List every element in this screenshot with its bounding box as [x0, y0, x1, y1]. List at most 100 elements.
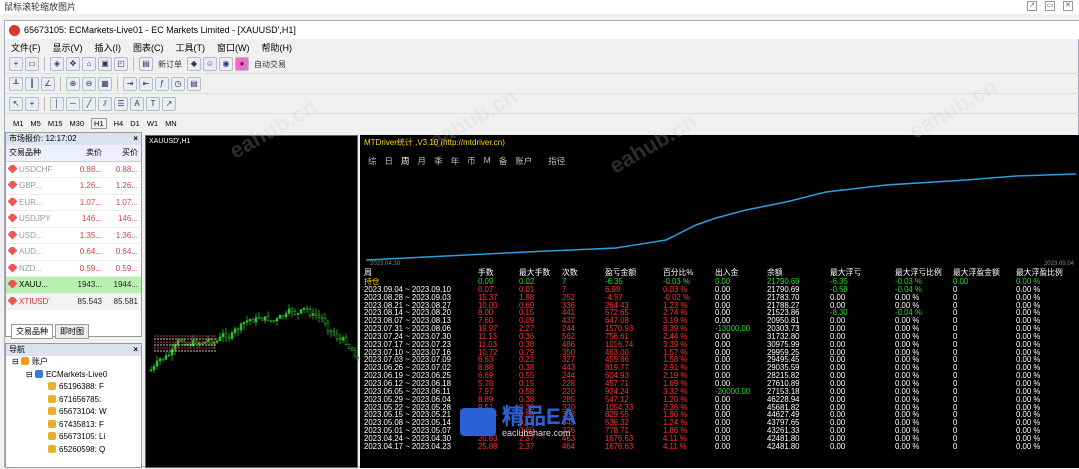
periods-icon[interactable]: ◷: [171, 77, 185, 91]
stats-row[interactable]: 2023.07.10 ~ 2023.07.16 10.72 0.79 350 463.0…: [362, 349, 1078, 357]
market-watch-row[interactable]: USDCHF 0.88... 0.88...: [6, 162, 141, 178]
close-icon[interactable]: ×: [133, 133, 138, 145]
stats-row[interactable]: 2023.08.14 ~ 2023.08.20 8.00 0.15 441 572.65…: [362, 309, 1078, 317]
stats-row[interactable]: 2023.07.17 ~ 2023.07.23 11.03 0.38 486 1016.…: [362, 341, 1078, 349]
cursor-icon[interactable]: ↖: [9, 97, 23, 111]
column-symbol[interactable]: 交易品种: [6, 147, 69, 158]
account-item[interactable]: 65673104: W: [6, 406, 141, 419]
stats-tab[interactable]: 日: [385, 155, 394, 167]
bar-chart-icon[interactable]: ╨: [9, 77, 23, 91]
account-item[interactable]: 65196388: F: [6, 381, 141, 394]
arrows-icon[interactable]: ↗: [162, 97, 176, 111]
signals-icon[interactable]: ◉: [219, 57, 233, 71]
stats-row[interactable]: 2023.07.03 ~ 2023.07.09 6.63 0.22 327 459.86…: [362, 356, 1078, 364]
stats-row[interactable]: 2023.04.17 ~ 2023.04.23 25.88 2.37 464 1676.…: [362, 443, 1078, 451]
market-watch-row[interactable]: XTIUSD' 85.543 85.581: [6, 293, 141, 310]
line-chart-icon[interactable]: ∠: [41, 77, 55, 91]
new-chart-icon[interactable]: +: [9, 57, 23, 71]
stats-row[interactable]: 2023.07.31 ~ 2023.08.06 19.97 2.27 244 1570.…: [362, 325, 1078, 333]
tab-tick-chart[interactable]: 即时图: [55, 324, 89, 339]
new-order-button[interactable]: 新订单: [158, 59, 182, 70]
chart-shift-icon[interactable]: ⇤: [139, 77, 153, 91]
stats-row[interactable]: 2023.06.26 ~ 2023.07.02 8.88 0.38 443 819.77…: [362, 364, 1078, 372]
indicators-icon[interactable]: ƒ: [155, 77, 169, 91]
account-item[interactable]: 671656785:: [6, 394, 141, 407]
restore-icon[interactable]: ▭: [1045, 1, 1055, 11]
new-order-icon[interactable]: ▤: [139, 57, 153, 71]
stats-row[interactable]: 2023.06.05 ~ 2023.06.11 7.97 0.58 220 924.24…: [362, 388, 1078, 396]
tree-accounts[interactable]: ⊟ 账户: [6, 356, 141, 369]
stats-tab[interactable]: 季: [434, 155, 443, 167]
stats-row[interactable]: 2023.08.28 ~ 2023.09.03 15.37 1.98 252 -4.57…: [362, 294, 1078, 302]
fibonacci-icon[interactable]: ☰: [114, 97, 128, 111]
column-bid[interactable]: 卖价: [69, 147, 105, 158]
market-watch-row[interactable]: AUD... 0.64... 0.64...: [6, 244, 141, 261]
stats-tab[interactable]: 月: [418, 155, 427, 167]
metaeditor-icon[interactable]: ◆: [187, 57, 201, 71]
text-icon[interactable]: A: [130, 97, 144, 111]
menu-help[interactable]: 帮助(H): [262, 41, 293, 54]
market-watch-icon[interactable]: ◈: [50, 57, 64, 71]
navigator-icon[interactable]: ⌂: [82, 57, 96, 71]
menu-window[interactable]: 窗口(W): [217, 41, 250, 54]
market-watch-row[interactable]: USDJPY 146... 146...: [6, 211, 141, 228]
market-watch-row[interactable]: GBP... 1.26... 1.26...: [6, 178, 141, 195]
stats-tab[interactable]: 年: [451, 155, 460, 167]
tf-m5[interactable]: M5: [30, 119, 40, 128]
auto-trading-icon[interactable]: ●: [235, 57, 249, 71]
profiles-icon[interactable]: ▭: [25, 57, 39, 71]
market-watch-row[interactable]: XAUU... 1943... 1944...: [6, 277, 141, 294]
stats-row[interactable]: 2023.08.07 ~ 2023.08.13 7.60 0.09 437 647.08…: [362, 317, 1078, 325]
zoom-out-icon[interactable]: ⊖: [82, 77, 96, 91]
menu-insert[interactable]: 插入(I): [95, 41, 122, 54]
stats-tab[interactable]: 备: [499, 155, 508, 167]
tester-icon[interactable]: ◰: [114, 57, 128, 71]
close-icon[interactable]: ✕: [1063, 1, 1073, 11]
equidistant-channel-icon[interactable]: ⫽: [98, 97, 112, 111]
terminal-icon[interactable]: ▣: [98, 57, 112, 71]
market-watch-row[interactable]: EUR... 1.07... 1.07...: [6, 195, 141, 211]
tf-m30[interactable]: M30: [69, 119, 84, 128]
tile-windows-icon[interactable]: ▦: [98, 77, 112, 91]
account-item[interactable]: 65260598: Q: [6, 444, 141, 457]
market-watch-row[interactable]: USD... 1.35... 1.36...: [6, 228, 141, 244]
vertical-line-icon[interactable]: │: [50, 97, 64, 111]
stats-tab[interactable]: M: [484, 155, 491, 167]
stats-row[interactable]: 2023.07.24 ~ 2023.07.30 11.13 0.36 562 756.6…: [362, 333, 1078, 341]
price-chart-window[interactable]: XAUUSD',H1: [145, 135, 359, 469]
stats-row[interactable]: 2023.09.04 ~ 2023.09.10 0.07 0.01 7 6.99 0.03…: [362, 286, 1078, 294]
close-icon[interactable]: ×: [133, 344, 138, 356]
tf-w1[interactable]: W1: [147, 119, 158, 128]
text-label-icon[interactable]: T: [146, 97, 160, 111]
menu-file[interactable]: 文件(F): [11, 41, 41, 54]
menu-tools[interactable]: 工具(T): [176, 41, 206, 54]
tf-h1[interactable]: H1: [91, 117, 107, 129]
share-icon[interactable]: ↗: [1027, 1, 1037, 11]
account-item[interactable]: 67435813: F: [6, 419, 141, 432]
tf-d1[interactable]: D1: [130, 119, 140, 128]
stats-row[interactable]: 2023.06.12 ~ 2023.06.18 5.78 0.15 228 457.71…: [362, 380, 1078, 388]
stats-row[interactable]: 2023.08.21 ~ 2023.08.27 10.00 0.60 336 264.4…: [362, 302, 1078, 310]
account-item[interactable]: 65673105: Li: [6, 431, 141, 444]
tf-m15[interactable]: M15: [48, 119, 63, 128]
tf-h4[interactable]: H4: [114, 119, 124, 128]
zoom-in-icon[interactable]: ⊕: [66, 77, 80, 91]
candlestick-chart[interactable]: [146, 136, 359, 469]
autoscroll-icon[interactable]: ⇥: [123, 77, 137, 91]
stats-row[interactable]: 2023.05.29 ~ 2023.06.04 8.89 0.38 285 547.12…: [362, 396, 1078, 404]
tree-server[interactable]: ⊟ ECMarkets-Live0: [6, 369, 141, 382]
candlestick-icon[interactable]: ┃: [25, 77, 39, 91]
menu-view[interactable]: 显示(V): [53, 41, 83, 54]
stats-tab[interactable]: 综: [368, 155, 377, 167]
stats-tab[interactable]: 账户: [515, 155, 532, 167]
trendline-icon[interactable]: ╱: [82, 97, 96, 111]
stats-tab[interactable]: 周: [401, 155, 410, 167]
user-icon[interactable]: ☺: [203, 57, 217, 71]
auto-trading-button[interactable]: 自动交易: [254, 59, 286, 70]
stats-row[interactable]: 持仓 0.09 0.02 7 -6.35 -0.03 % 0.00 21790.69 -6.35…: [362, 278, 1078, 286]
data-window-icon[interactable]: ✥: [66, 57, 80, 71]
stats-tab[interactable]: 币: [467, 155, 476, 167]
stats-row[interactable]: 2023.06.19 ~ 2023.06.25 6.69 0.55 244 604.93…: [362, 372, 1078, 380]
templates-icon[interactable]: ▤: [187, 77, 201, 91]
horizontal-line-icon[interactable]: ─: [66, 97, 80, 111]
